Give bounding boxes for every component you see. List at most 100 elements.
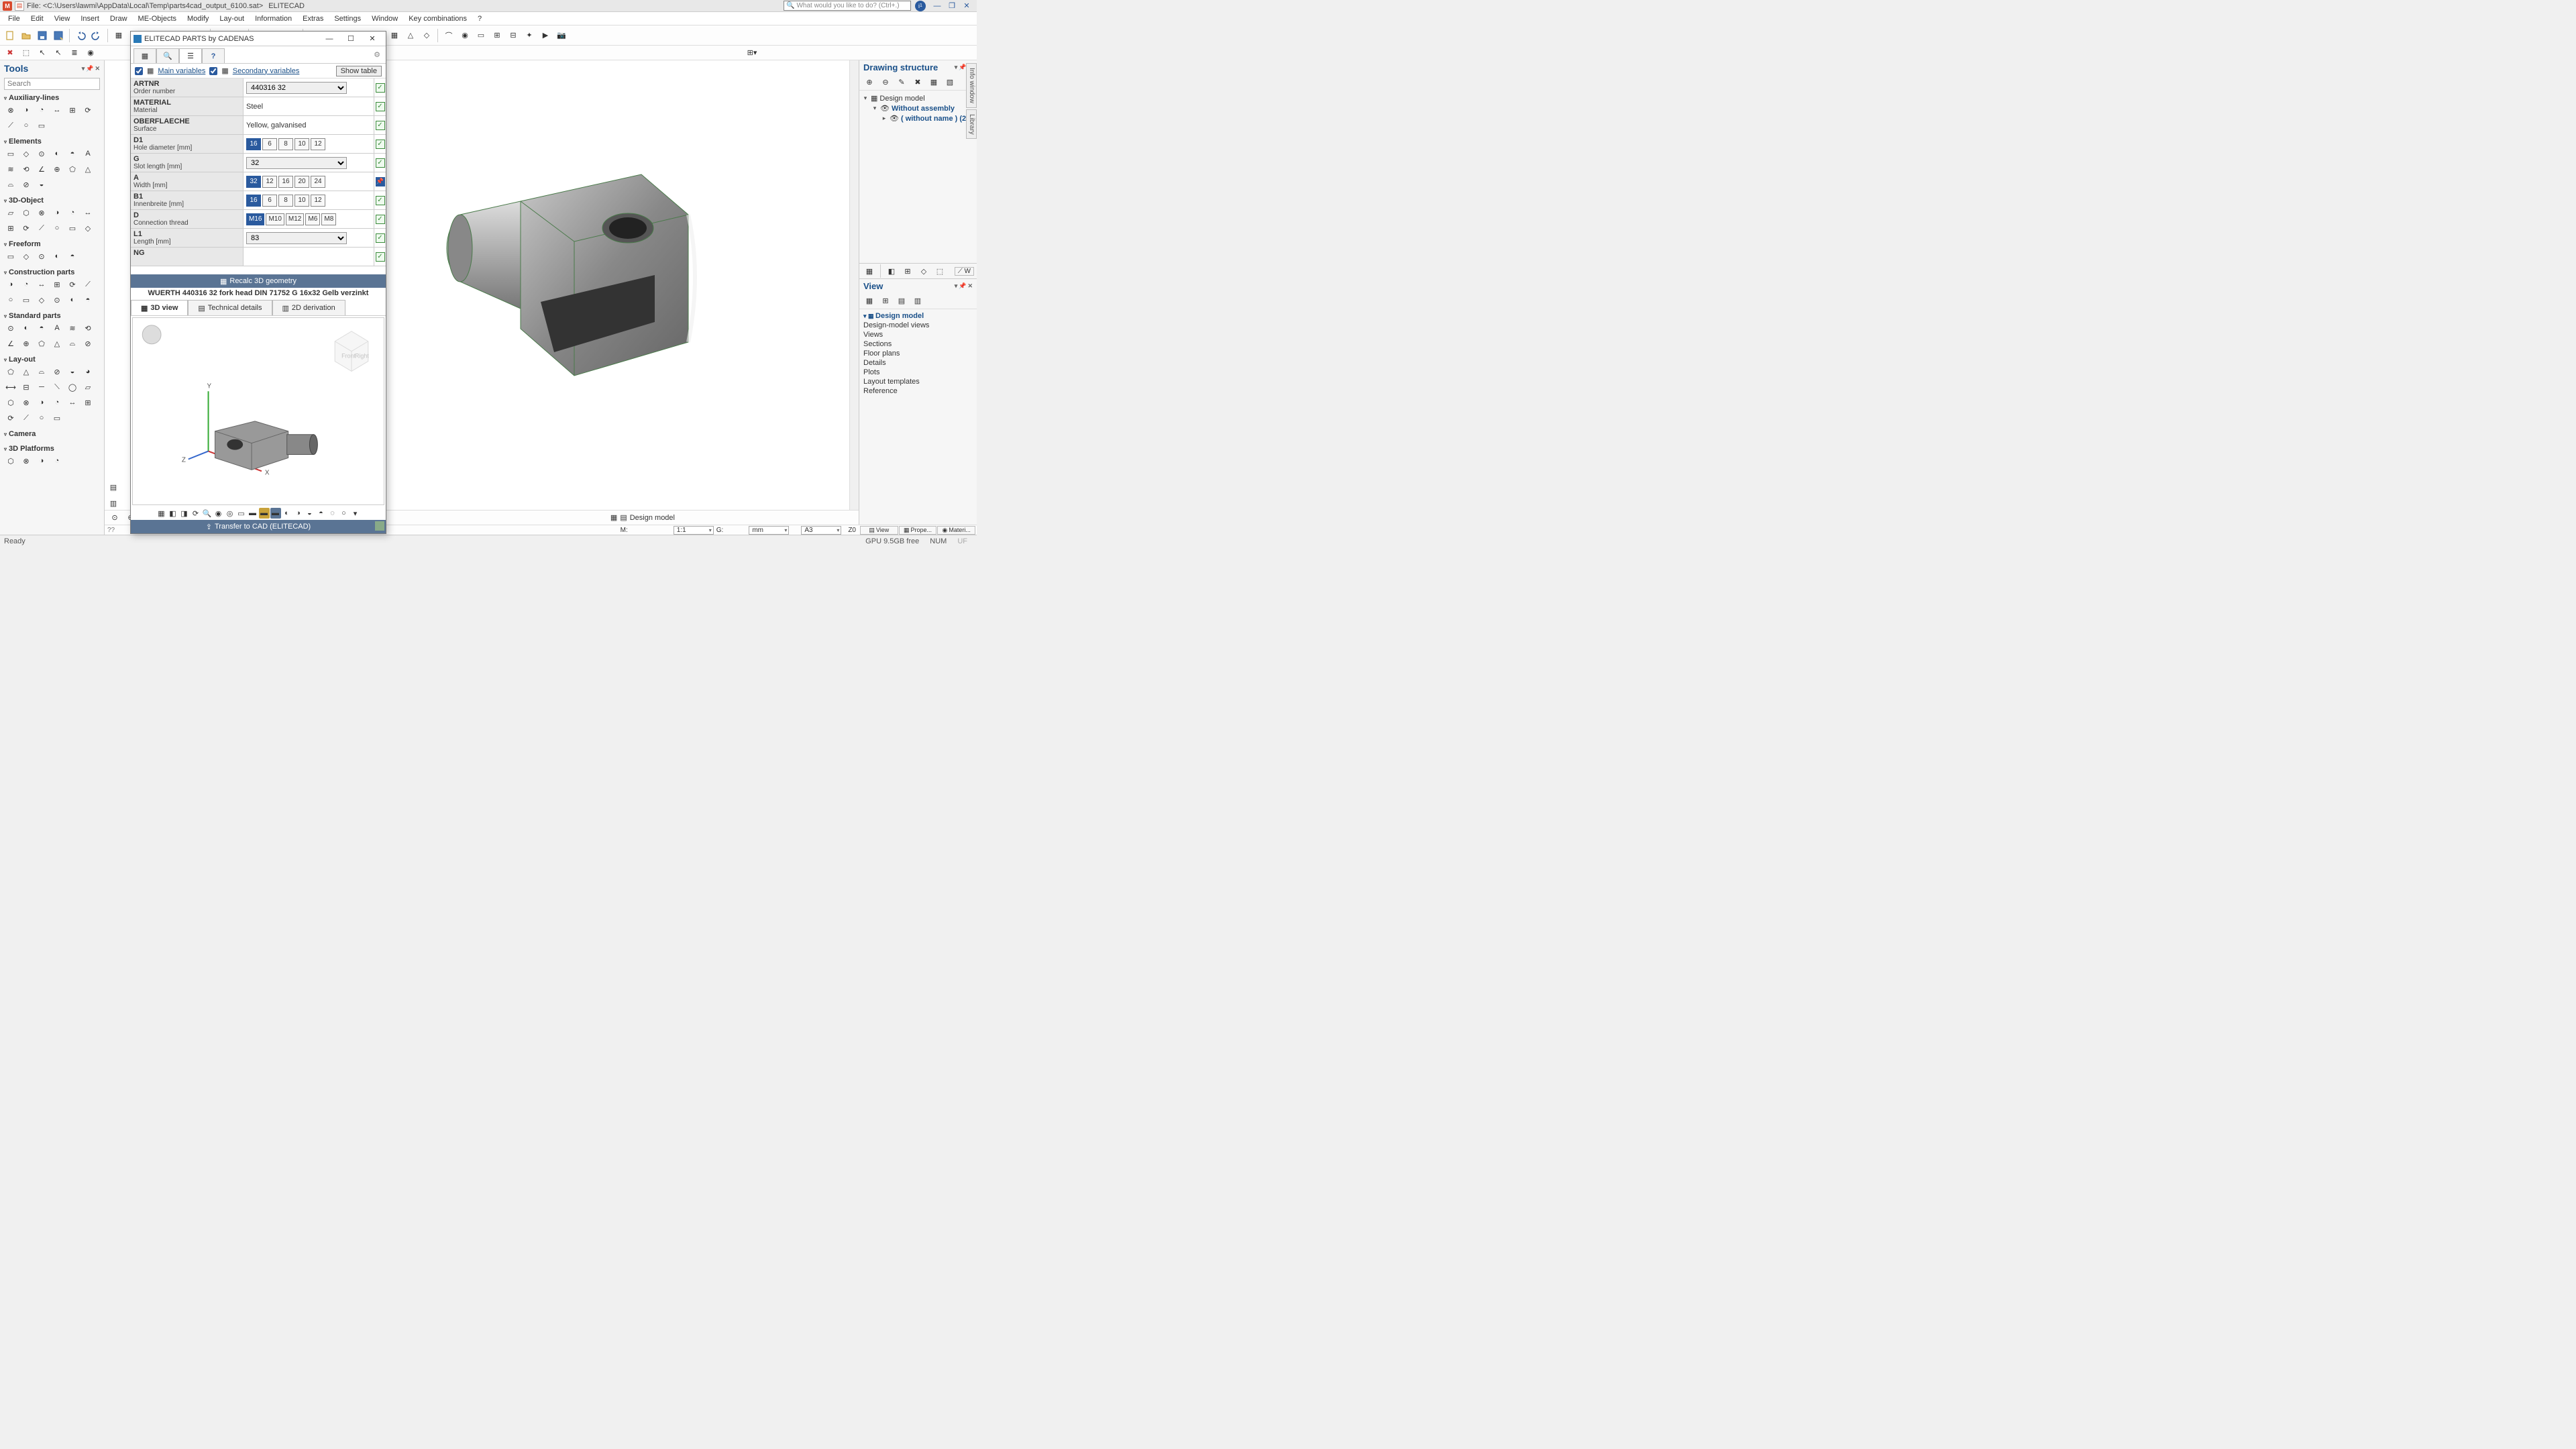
- tool-button[interactable]: ⟳: [66, 278, 79, 291]
- tool-button[interactable]: ▱: [81, 380, 95, 394]
- tool-button[interactable]: ⟋: [35, 221, 48, 235]
- tool-button[interactable]: ○: [35, 411, 48, 425]
- tool-button[interactable]: ◔: [66, 206, 79, 219]
- tool-button[interactable]: ⟲: [19, 162, 33, 176]
- tool-button[interactable]: ∠: [4, 337, 17, 350]
- window-close-button[interactable]: ✕: [959, 1, 974, 11]
- ds-tool[interactable]: ▦: [926, 75, 941, 90]
- tool-button[interactable]: ⊞: [4, 221, 17, 235]
- param-option[interactable]: 16: [246, 195, 261, 207]
- tool-button[interactable]: ⊗: [19, 454, 33, 468]
- tools-search-input[interactable]: [4, 78, 100, 90]
- tool-button[interactable]: ◐: [66, 293, 79, 307]
- parts-maximize-button[interactable]: ☐: [340, 32, 362, 46]
- param-option[interactable]: M6: [305, 213, 320, 225]
- param-option[interactable]: 12: [262, 176, 277, 188]
- section-layout[interactable]: ▿Lay-out: [4, 356, 100, 364]
- secondary-vars-link[interactable]: Secondary variables: [233, 67, 300, 75]
- tool-button[interactable]: ○: [4, 293, 17, 307]
- tool-button[interactable]: ◓: [35, 321, 48, 335]
- param-confirm[interactable]: ✓: [374, 210, 386, 228]
- recalc-button[interactable]: ▦ Recalc 3D geometry: [131, 274, 386, 288]
- tool-button[interactable]: ⟍: [50, 380, 64, 394]
- tool-button[interactable]: ▭: [4, 147, 17, 160]
- toolbar-button[interactable]: ▭: [474, 28, 488, 43]
- preview-tool[interactable]: ▭: [236, 508, 247, 519]
- tool-button[interactable]: ○: [19, 119, 33, 132]
- tool-button[interactable]: ─: [35, 380, 48, 394]
- design-model-indicator[interactable]: ▦ ▤ Design model: [610, 513, 675, 522]
- section-standardparts[interactable]: ▿Standard parts: [4, 312, 100, 320]
- param-select-g[interactable]: 32: [246, 157, 347, 169]
- view-item[interactable]: Design-model views: [863, 321, 973, 330]
- parts-minimize-button[interactable]: —: [319, 32, 340, 46]
- tool-button[interactable]: ▭: [35, 119, 48, 132]
- open-button[interactable]: [19, 28, 34, 43]
- tool-button[interactable]: A: [50, 321, 64, 335]
- tool-button[interactable]: ◯: [66, 380, 79, 394]
- tool-button[interactable]: ⊘: [50, 365, 64, 378]
- tool-button[interactable]: ⊘: [19, 178, 33, 191]
- view-tool[interactable]: ▦: [862, 294, 877, 309]
- tool-button[interactable]: ↔: [35, 278, 48, 291]
- save-as-button[interactable]: [51, 28, 66, 43]
- tool-button[interactable]: ⊙: [4, 321, 17, 335]
- preview-tool[interactable]: ◉: [213, 508, 224, 519]
- tool-button[interactable]: ↔: [50, 103, 64, 117]
- ds-tool[interactable]: ✖: [910, 75, 925, 90]
- grid-toggle[interactable]: ⊞▾: [745, 46, 759, 60]
- menu-draw[interactable]: Draw: [105, 13, 133, 24]
- section-dplatforms[interactable]: ▿3D Platforms: [4, 445, 100, 453]
- param-option[interactable]: M10: [266, 213, 284, 225]
- tool-button[interactable]: ◇: [81, 221, 95, 235]
- toolbar-button[interactable]: ⊟: [506, 28, 521, 43]
- preview-tool[interactable]: ◨: [179, 508, 190, 519]
- section-camera[interactable]: ▿Camera: [4, 430, 100, 438]
- tool-button[interactable]: ⬠: [35, 337, 48, 350]
- view-tool[interactable]: ▥: [910, 294, 925, 309]
- toolbar-button[interactable]: ◇: [419, 28, 434, 43]
- tool-button[interactable]: ⌓: [35, 365, 48, 378]
- preview-tool[interactable]: ◌: [327, 508, 338, 519]
- tool-button[interactable]: ≋: [4, 162, 17, 176]
- tool-button[interactable]: ⟲: [81, 321, 95, 335]
- preview-tool[interactable]: ▾: [350, 508, 361, 519]
- dropdown-icon[interactable]: ▾: [955, 64, 958, 71]
- preview-tool[interactable]: ▦: [156, 508, 167, 519]
- tool-button[interactable]: ◐: [50, 147, 64, 160]
- vertical-tab[interactable]: Info window: [966, 63, 977, 108]
- param-confirm[interactable]: ✓: [374, 248, 386, 266]
- section-freeform[interactable]: ▿Freeform: [4, 240, 100, 248]
- help-hint[interactable]: ??: [107, 527, 115, 534]
- menu-layout[interactable]: Lay-out: [214, 13, 250, 24]
- view-item[interactable]: Layout templates: [863, 377, 973, 386]
- parts-tab-search[interactable]: 🔍: [156, 48, 179, 63]
- tool-button[interactable]: ⊙: [35, 250, 48, 263]
- tool-button[interactable]: ⟳: [4, 411, 17, 425]
- tool-button[interactable]: ⟳: [19, 221, 33, 235]
- preview-tool[interactable]: ◓: [316, 508, 327, 519]
- w-indicator[interactable]: ⟋ W: [955, 267, 974, 276]
- param-confirm[interactable]: ✓: [374, 191, 386, 209]
- tool-button[interactable]: ◔: [50, 396, 64, 409]
- param-option[interactable]: 8: [278, 138, 293, 150]
- parts-close-button[interactable]: ✕: [362, 32, 383, 46]
- param-option[interactable]: 16: [246, 138, 261, 150]
- tool-button[interactable]: ▭: [66, 221, 79, 235]
- preview-tool[interactable]: ◐: [282, 508, 292, 519]
- tool-button[interactable]: ◓: [66, 147, 79, 160]
- layer-tool[interactable]: ≣: [67, 46, 82, 60]
- section-constructionparts[interactable]: ▿Construction parts: [4, 268, 100, 276]
- param-option[interactable]: 6: [262, 138, 277, 150]
- menu-window[interactable]: Window: [366, 13, 403, 24]
- tool-button[interactable]: ◑: [50, 206, 64, 219]
- mid-tool[interactable]: ◧: [884, 264, 899, 278]
- tool-button[interactable]: ⟋: [19, 411, 33, 425]
- menu-file[interactable]: File: [3, 13, 25, 24]
- parts-3d-preview[interactable]: Front Right Y X Z: [132, 317, 384, 505]
- tool-button[interactable]: ⊕: [19, 337, 33, 350]
- param-option[interactable]: 32: [246, 176, 261, 188]
- param-option[interactable]: 10: [294, 195, 309, 207]
- tool-button[interactable]: ◇: [19, 147, 33, 160]
- tool-button[interactable]: ⬠: [4, 365, 17, 378]
